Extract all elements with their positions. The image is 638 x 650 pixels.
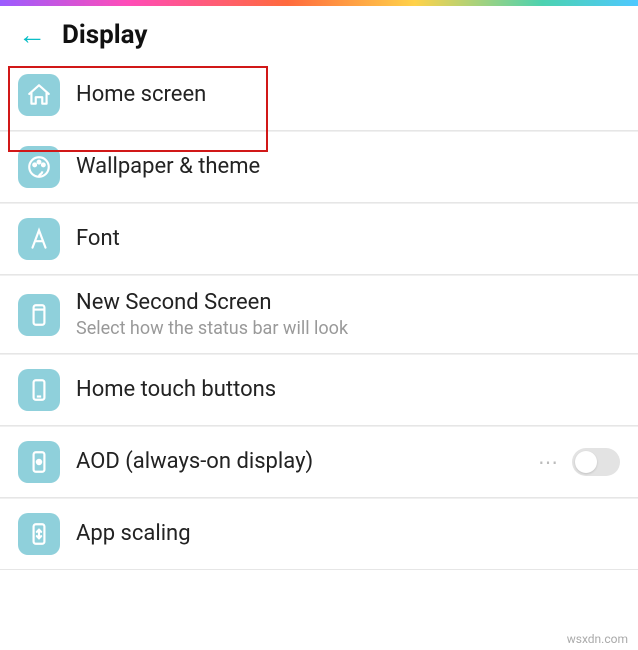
item-label: New Second Screen xyxy=(76,290,620,316)
palette-icon xyxy=(18,146,60,188)
back-arrow-icon[interactable]: ← xyxy=(18,21,46,49)
touch-buttons-icon xyxy=(18,369,60,411)
item-label: AOD (always-on display) xyxy=(76,449,538,475)
item-label: Home screen xyxy=(76,82,620,108)
list-item-home-screen[interactable]: Home screen xyxy=(0,60,638,131)
item-label: Font xyxy=(76,226,620,252)
second-screen-icon xyxy=(18,294,60,336)
list-item-new-second-screen[interactable]: New Second Screen Select how the status … xyxy=(0,275,638,354)
aod-toggle[interactable] xyxy=(572,448,620,476)
list-item-wallpaper-theme[interactable]: Wallpaper & theme xyxy=(0,131,638,203)
settings-list: Home screen Wallpaper & theme Font New S… xyxy=(0,60,638,570)
list-item-app-scaling[interactable]: App scaling xyxy=(0,498,638,570)
app-scaling-icon xyxy=(18,513,60,555)
item-description: Select how the status bar will look xyxy=(76,318,620,339)
toggle-knob xyxy=(575,451,597,473)
home-icon xyxy=(18,74,60,116)
list-item-home-touch-buttons[interactable]: Home touch buttons xyxy=(0,354,638,426)
list-item-font[interactable]: Font xyxy=(0,203,638,275)
more-icon[interactable]: ⋯ xyxy=(538,450,560,474)
list-item-aod[interactable]: AOD (always-on display) ⋯ xyxy=(0,426,638,498)
item-label: Home touch buttons xyxy=(76,377,620,403)
item-label: Wallpaper & theme xyxy=(76,154,620,180)
font-icon xyxy=(18,218,60,260)
page-title: Display xyxy=(62,20,147,50)
item-label: App scaling xyxy=(76,521,620,547)
aod-icon xyxy=(18,441,60,483)
header: ← Display xyxy=(0,6,638,60)
watermark: wsxdn.com xyxy=(567,632,628,646)
